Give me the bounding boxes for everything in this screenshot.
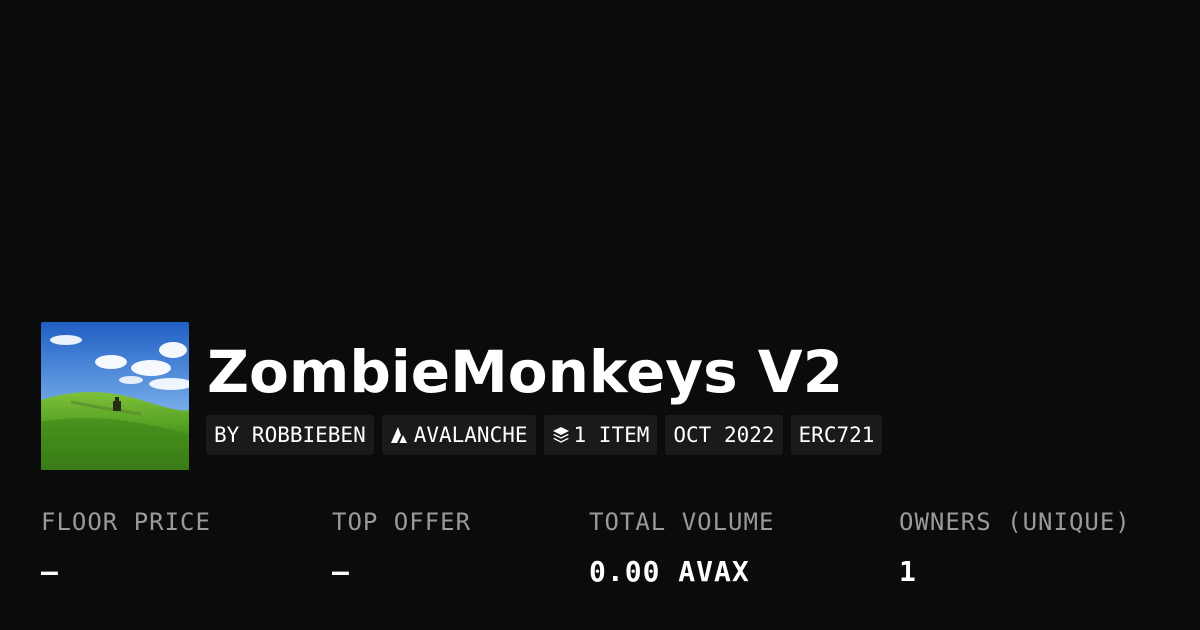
chain-badge[interactable]: AVALANCHE <box>381 415 536 455</box>
standard-badge: ERC721 <box>790 415 883 455</box>
creator-label: BY ROBBIEBEN <box>214 423 366 447</box>
floor-price-value: — <box>41 555 59 588</box>
layers-icon <box>552 426 570 444</box>
total-volume-label: TOTAL VOLUME <box>589 508 775 536</box>
avalanche-logo-icon <box>390 426 410 444</box>
collection-card: ZombieMonkeys V2 BY ROBBIEBEN AVALANCHE <box>0 0 1200 630</box>
items-badge[interactable]: 1 ITEM <box>543 415 658 455</box>
owners-value: 1 <box>899 555 917 588</box>
date-label: OCT 2022 <box>673 423 775 447</box>
date-badge: OCT 2022 <box>665 415 783 455</box>
total-volume-value: 0.00 AVAX <box>589 555 750 588</box>
floor-price-stat: FLOOR PRICE — <box>41 505 211 589</box>
floor-price-label: FLOOR PRICE <box>41 508 211 536</box>
standard-label: ERC721 <box>798 423 875 447</box>
top-offer-value: — <box>332 555 350 588</box>
top-offer-stat: TOP OFFER — <box>332 505 471 589</box>
owners-label: OWNERS (UNIQUE) <box>899 508 1131 536</box>
items-label: 1 ITEM <box>573 423 650 447</box>
collection-badges: BY ROBBIEBEN AVALANCHE 1 ITEM OCT 2022 E… <box>206 415 883 455</box>
collection-thumbnail[interactable] <box>41 322 189 470</box>
top-offer-label: TOP OFFER <box>332 508 472 536</box>
creator-badge[interactable]: BY ROBBIEBEN <box>206 415 374 455</box>
chain-label: AVALANCHE <box>413 423 528 447</box>
total-volume-stat: TOTAL VOLUME 0.00 AVAX <box>589 505 774 589</box>
owners-stat: OWNERS (UNIQUE) 1 <box>899 505 1131 589</box>
collection-title: ZombieMonkeys V2 <box>207 338 844 406</box>
